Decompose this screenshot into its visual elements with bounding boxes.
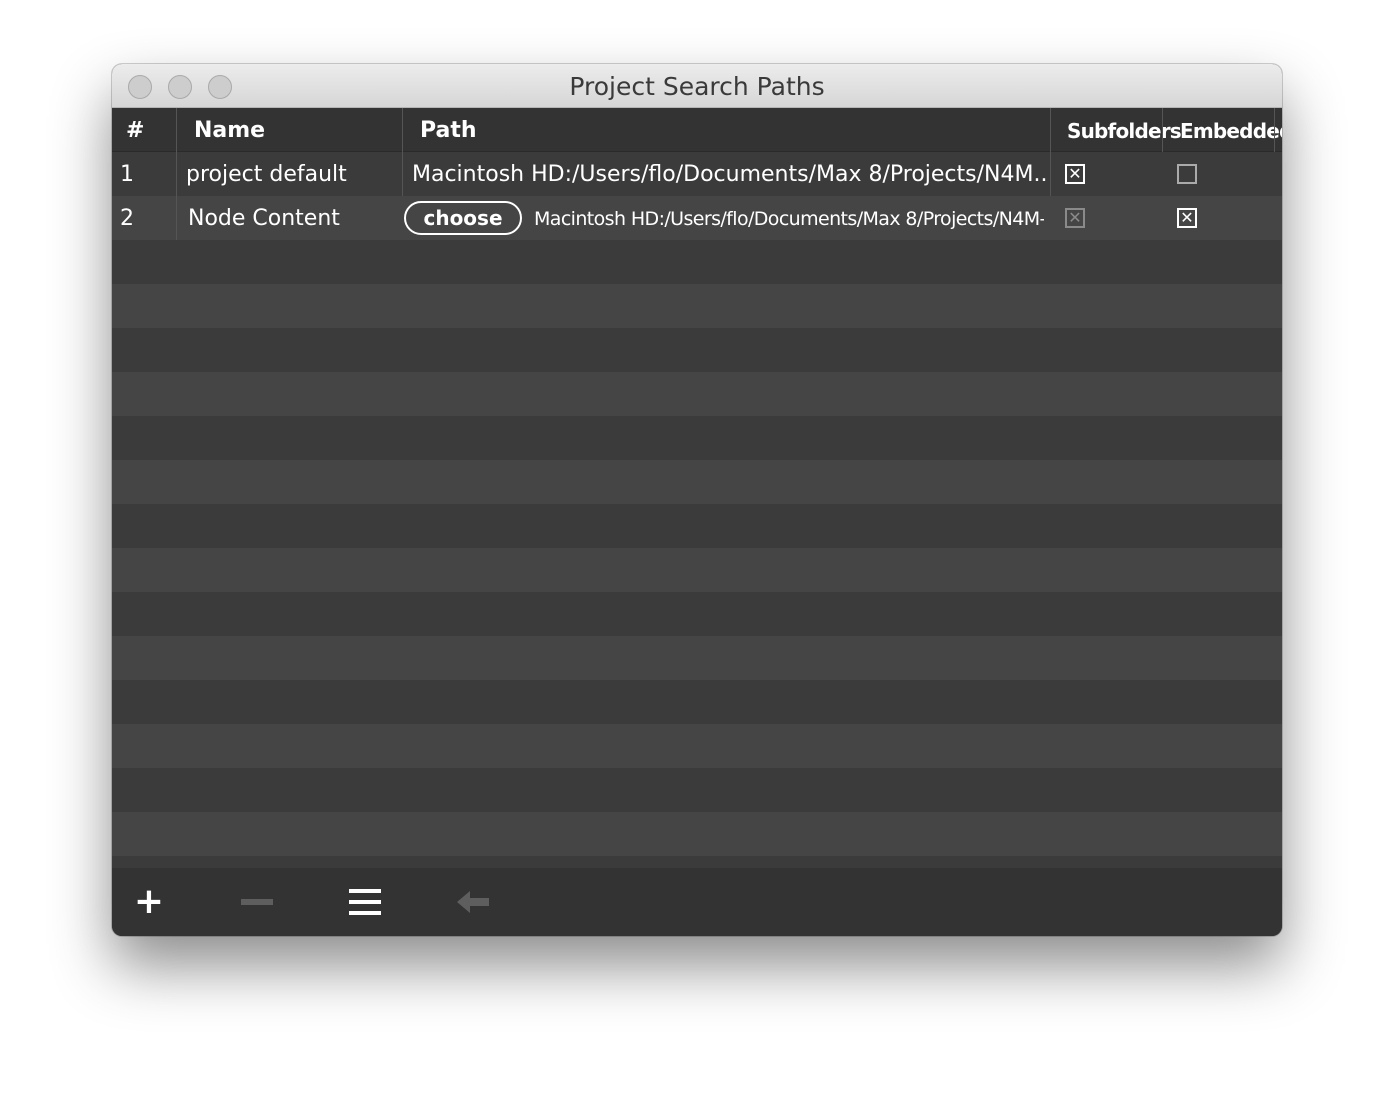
- table-row-background: [112, 592, 1282, 636]
- table-row-background: [112, 680, 1282, 724]
- table-row[interactable]: 1 project default Macintosh HD:/Users/fl…: [112, 152, 1282, 196]
- column-divider: [1274, 108, 1275, 152]
- choose-path-button[interactable]: choose: [404, 201, 522, 235]
- arrow-left-icon: [449, 882, 497, 922]
- column-header-path[interactable]: Path: [420, 108, 477, 152]
- column-divider: [176, 196, 177, 240]
- embedded-checkbox[interactable]: [1177, 164, 1197, 184]
- column-divider: [402, 108, 403, 152]
- column-divider: [1050, 152, 1051, 196]
- row-index: 1: [120, 162, 134, 187]
- column-divider: [1050, 108, 1051, 152]
- row-name[interactable]: Node Content: [188, 196, 340, 240]
- table-row-background: [112, 460, 1282, 504]
- column-divider: [176, 152, 177, 196]
- bottom-toolbar: +: [112, 868, 1282, 936]
- table-row-background: [112, 416, 1282, 460]
- column-divider: [402, 152, 403, 196]
- row-name[interactable]: project default: [186, 152, 347, 196]
- table-row-background: [112, 856, 1282, 868]
- embedded-checkbox[interactable]: ✕: [1177, 208, 1197, 228]
- row-path[interactable]: Macintosh HD:/Users/flo/Documents/Max 8/…: [534, 196, 1044, 240]
- plus-icon[interactable]: +: [125, 882, 173, 922]
- subfolders-checkbox: ✕: [1065, 208, 1085, 228]
- table-row[interactable]: 2 Node Content choose Macintosh HD:/User…: [112, 196, 1282, 240]
- subfolders-checkbox[interactable]: ✕: [1065, 164, 1085, 184]
- column-header-name[interactable]: Name: [194, 108, 265, 152]
- row-path[interactable]: Macintosh HD:/Users/flo/Documents/Max 8/…: [412, 152, 1048, 196]
- table-row-background: [112, 284, 1282, 328]
- search-paths-table: # Name Path Subfolders Embedded 1 projec…: [112, 108, 1282, 868]
- list-icon[interactable]: [341, 882, 389, 922]
- table-row-background: [112, 328, 1282, 372]
- title-bar[interactable]: Project Search Paths: [112, 64, 1282, 108]
- table-body: 1 project default Macintosh HD:/Users/fl…: [112, 152, 1282, 868]
- table-row-background: [112, 548, 1282, 592]
- column-header-embedded[interactable]: Embedded: [1180, 108, 1282, 152]
- column-header-index[interactable]: #: [126, 108, 144, 152]
- project-search-paths-window: Project Search Paths # Name Path Subfold…: [112, 64, 1282, 936]
- minus-icon: [233, 882, 281, 922]
- column-divider: [1162, 108, 1163, 152]
- row-index: 2: [120, 206, 134, 231]
- table-header: # Name Path Subfolders Embedded: [112, 108, 1282, 152]
- table-row-background: [112, 240, 1282, 284]
- window-title: Project Search Paths: [569, 72, 825, 101]
- column-header-subfolders[interactable]: Subfolders: [1067, 108, 1182, 152]
- column-divider: [176, 108, 177, 152]
- table-row-background: [112, 636, 1282, 680]
- table-row-background: [112, 768, 1282, 812]
- table-row-background: [112, 504, 1282, 548]
- table-row-background: [112, 372, 1282, 416]
- table-row-background: [112, 724, 1282, 768]
- table-row-background: [112, 812, 1282, 856]
